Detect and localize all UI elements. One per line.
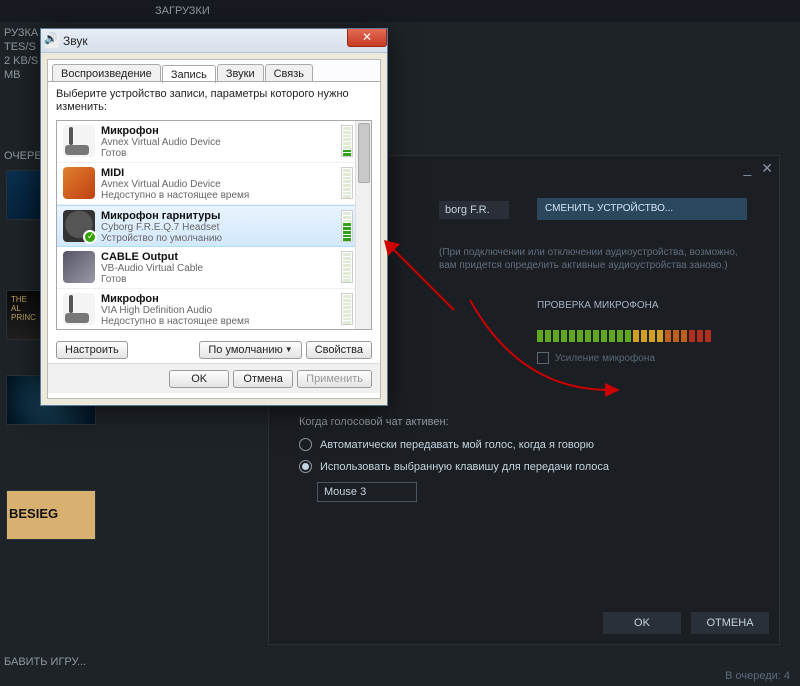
titlebar[interactable]: Звук ✕ bbox=[41, 29, 387, 53]
tab-playback[interactable]: Воспроизведение bbox=[52, 64, 161, 82]
device-driver: Avnex Virtual Audio Device bbox=[101, 137, 335, 148]
top-tab-downloads[interactable]: ЗАГРУЗКИ bbox=[155, 5, 210, 17]
voice-active-label: Когда голосовой чат активен: bbox=[299, 416, 449, 428]
device-driver: VB-Audio Virtual Cable bbox=[101, 263, 335, 274]
dialog-title: Звук bbox=[63, 34, 88, 48]
change-device-button[interactable]: СМЕНИТЬ УСТРОЙСТВО... bbox=[537, 198, 747, 220]
cable-icon bbox=[63, 251, 95, 283]
level-meter bbox=[341, 210, 353, 242]
properties-button[interactable]: Свойства bbox=[306, 341, 372, 359]
device-name: Микрофон гарнитуры bbox=[101, 210, 335, 222]
scrollbar-thumb[interactable] bbox=[358, 123, 370, 183]
device-row[interactable]: CABLE OutputVB-Audio Virtual CableГотов bbox=[57, 247, 371, 289]
ok-button[interactable]: OK bbox=[169, 370, 229, 388]
device-status: Недоступно в настоящее время bbox=[101, 190, 335, 201]
tabstrip: Воспроизведение Запись Звуки Связь bbox=[48, 60, 380, 82]
device-row[interactable]: MIDIAvnex Virtual Audio DeviceНедоступно… bbox=[57, 163, 371, 205]
radio-key-label: Использовать выбранную клавишу для перед… bbox=[320, 461, 609, 473]
cancel-button[interactable]: Отмена bbox=[233, 370, 293, 388]
device-row[interactable]: МикрофонAvnex Virtual Audio DeviceГотов bbox=[57, 121, 371, 163]
queue-count: В очереди: 4 bbox=[725, 670, 790, 682]
mic-boost-checkbox[interactable] bbox=[537, 352, 549, 364]
device-name: CABLE Output bbox=[101, 251, 335, 263]
device-driver: VIA High Definition Audio bbox=[101, 305, 335, 316]
device-status: Готов bbox=[101, 274, 335, 285]
game-thumbnail[interactable]: BESIEG bbox=[6, 490, 96, 540]
current-device: borg F.R. bbox=[439, 201, 509, 219]
apply-button[interactable]: Применить bbox=[297, 370, 372, 388]
device-status: Недоступно в настоящее время bbox=[101, 316, 335, 327]
device-name: Микрофон bbox=[101, 293, 335, 305]
mic-icon bbox=[63, 293, 95, 325]
close-icon[interactable]: ✕ bbox=[761, 160, 773, 177]
sound-icon bbox=[45, 34, 59, 48]
midi-icon bbox=[63, 167, 95, 199]
set-default-button[interactable]: По умолчанию▼ bbox=[199, 341, 301, 359]
tab-communications[interactable]: Связь bbox=[265, 64, 313, 82]
add-game-link[interactable]: БАВИТЬ ИГРУ... bbox=[4, 656, 86, 668]
device-hint: (При подключении или отключении аудиоуст… bbox=[439, 246, 739, 272]
default-check-icon bbox=[83, 230, 97, 244]
mic-boost-label: Усиление микрофона bbox=[555, 353, 655, 364]
mic-icon bbox=[63, 125, 95, 157]
sound-dialog: Звук ✕ Воспроизведение Запись Звуки Связ… bbox=[40, 28, 388, 406]
device-row[interactable]: Микрофон гарнитурыCyborg F.R.E.Q.7 Heads… bbox=[57, 205, 371, 247]
tab-sounds[interactable]: Звуки bbox=[217, 64, 264, 82]
scrollbar[interactable] bbox=[355, 121, 371, 329]
radio-auto-label: Автоматически передавать мой голос, когд… bbox=[320, 439, 594, 451]
configure-button[interactable]: Настроить bbox=[56, 341, 128, 359]
mic-test-label: ПРОВЕРКА МИКРОФОНА bbox=[537, 300, 659, 311]
mic-level-meter bbox=[537, 330, 747, 342]
level-meter bbox=[341, 293, 353, 325]
instructions: Выберите устройство записи, параметры ко… bbox=[56, 88, 372, 114]
device-name: MIDI bbox=[101, 167, 335, 179]
device-name: Микрофон bbox=[101, 125, 335, 137]
voice-ok-button[interactable]: OK bbox=[603, 612, 681, 634]
device-list[interactable]: МикрофонAvnex Virtual Audio DeviceГотовM… bbox=[56, 120, 372, 330]
device-status: Готов bbox=[101, 148, 335, 159]
level-meter bbox=[341, 167, 353, 199]
device-row[interactable]: МикрофонVIA High Definition AudioНедосту… bbox=[57, 289, 371, 330]
device-status: Устройство по умолчанию bbox=[101, 233, 335, 244]
level-meter bbox=[341, 251, 353, 283]
headset-icon bbox=[63, 210, 95, 242]
close-button[interactable]: ✕ bbox=[347, 29, 387, 47]
device-driver: Cyborg F.R.E.Q.7 Headset bbox=[101, 222, 335, 233]
device-driver: Avnex Virtual Audio Device bbox=[101, 179, 335, 190]
voice-cancel-button[interactable]: ОТМЕНА bbox=[691, 612, 769, 634]
minimize-icon[interactable]: _ bbox=[743, 160, 751, 177]
radio-auto-transmit[interactable] bbox=[299, 438, 312, 451]
push-to-talk-key-field[interactable]: Mouse 3 bbox=[317, 482, 417, 502]
level-meter bbox=[341, 125, 353, 157]
radio-push-to-talk[interactable] bbox=[299, 460, 312, 473]
